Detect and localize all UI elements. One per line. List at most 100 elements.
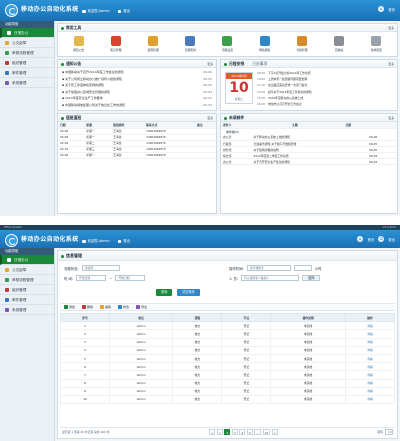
exit-link[interactable]: 退出 [388,237,395,242]
tool-item-5[interactable]: 网络硬盘 [254,36,276,52]
notice-item-1[interactable]: ▪ 关于公司成立移动办公推广领导小组的通知 06-05 [62,76,212,83]
sidebar-item-3[interactable]: 组织管理 [0,285,54,295]
tool-item-7[interactable]: 回收站 [328,36,350,52]
query-button[interactable]: 查询 [156,289,173,296]
schedule-item-5[interactable]: 16:00 参加市公司召开的工作会议 [257,101,394,107]
tool-label: 系统配置 [370,48,382,52]
page-link[interactable]: 4 [239,429,246,435]
grid-header: 序号 [60,312,110,323]
calendar-more-link[interactable]: 更多 [388,60,394,68]
duty-cell: 05-08 [58,152,85,159]
view-link[interactable]: 查看 [345,353,395,364]
tool-item-6[interactable]: 考勤管理 [291,36,313,52]
mail-more-link[interactable]: 更多 [388,114,394,122]
logout-link[interactable]: 退出 [117,9,130,14]
table-row[interactable]: 6 admin 收文 登记 未完成 查看 [60,362,395,372]
sidebar-item-1[interactable]: 公文起草 [0,38,54,48]
action-2[interactable]: 编辑 [100,305,111,309]
table-cell: 未完成 [270,329,347,339]
sidebar-item-2[interactable]: 审核流程管理 [0,48,54,58]
table-row[interactable]: 4 admin 收文 登记 未完成 查看 [60,345,395,355]
tool-item-0[interactable]: 通知公告 [68,36,90,52]
view-link[interactable]: 查看 [345,329,395,339]
table-cell: admin [108,321,174,331]
sidebar-items-2: 日常办公 公文起草 审核流程管理 组织管理 邮件管理 系统管理 [0,255,54,315]
home-link-2[interactable]: 首页 [367,237,374,242]
exit-icon[interactable]: ⏻ [378,236,385,242]
tool-item-3[interactable]: 日程安排 [179,36,201,52]
table-cell: 未完成 [270,362,347,372]
type-select[interactable]: 文字或整手 [246,265,291,271]
home-icon[interactable]: ⌂ [357,236,364,242]
view-link[interactable]: 查看 [345,321,395,331]
start-date-input[interactable]: 开始日期 [76,275,107,281]
tool-item-2[interactable]: 权限管理 [142,36,164,52]
sidebar-item-5[interactable]: 系统管理 [0,78,54,88]
sidebar-item-2[interactable]: 审核流程管理 [0,275,54,285]
notice-item-0[interactable]: ▪ 中国移动关于召开2014年度工作会议的通知 06-06 [62,69,212,76]
table-row[interactable]: 5 admin 收文 登记 未完成 查看 [60,353,395,364]
view-link[interactable]: 查看 [345,378,395,388]
notices-more-link[interactable]: 更多 [207,60,213,68]
view-link[interactable]: 查看 [345,345,395,355]
table-row[interactable]: 9 admin 收文 登记 未完成 查看 [60,386,395,396]
notice-item-3[interactable]: ▪ 关于加强办公区域安全管理的通知 06-04 [62,89,212,96]
hour-input[interactable] [293,265,312,271]
tab-schedule[interactable]: 日程安排 [229,61,244,66]
notice-item-5[interactable]: ▪ 中国移动通信集团公司关于信息化工作的通知 06-03 [62,102,212,109]
page-link[interactable]: 5 [246,429,253,435]
table-row[interactable]: 1 admin 收文 登记 未完成 查看 [60,321,395,331]
tool-item-8[interactable]: 系统配置 [365,36,387,52]
page-link[interactable]: > [271,429,278,435]
status-select[interactable]: 请选择 [81,265,120,271]
view-link[interactable]: 查看 [345,386,395,396]
page-link[interactable]: 1 [216,429,223,435]
table-row[interactable]: 2 admin 收文 登记 未完成 查看 [60,329,395,339]
page-link[interactable]: 2 [224,429,231,435]
action-1[interactable]: 删除 [82,305,93,309]
sidebar-item-4[interactable]: 邮件管理 [0,295,54,305]
tab-done[interactable]: 已办事项 [252,61,267,66]
sidebar-item-1[interactable]: 公文起草 [0,265,54,275]
logout-link-2[interactable]: 退出 [117,239,130,244]
sidebar-item-0[interactable]: 日常办公 [0,255,54,265]
notice-item-2[interactable]: ▪ 关于员工年度体检安排的通知 06-05 [62,82,212,89]
sidebar-item-0[interactable]: 日常办公 [0,28,54,38]
page-link[interactable]: < [209,429,216,435]
tool-label: 通知公告 [73,48,85,52]
mail-row[interactable]: 办公室 关于召开安全生产会议的通知 06-04 [221,158,397,165]
home-link[interactable]: 首页 [388,7,395,12]
view-link[interactable]: 查看 [345,337,395,347]
action-0[interactable]: 添加 [64,305,75,309]
end-date-input[interactable]: 开始日期 [115,275,146,281]
view-link[interactable]: 查看 [345,362,395,372]
tool-item-1[interactable]: 知识管理 [105,36,127,52]
table-row[interactable]: 8 admin 收文 登记 未完成 查看 [60,378,395,388]
person-input[interactable]: 可以选择多个发起人 [241,275,300,281]
tool-item-4[interactable]: 流程设置 [216,36,238,52]
select-button[interactable]: 选择 [302,275,321,281]
action-3[interactable]: 修改 [118,305,129,309]
page-link[interactable]: 3 [231,429,238,435]
tools-more-link[interactable]: 更多 [388,24,394,32]
table-cell: 登记 [221,329,272,339]
action-4[interactable]: 导出 [136,305,147,309]
page-link[interactable]: 10 [262,429,271,435]
notice-date: 06-05 [203,83,212,88]
view-link[interactable]: 查看 [345,370,395,380]
table-row[interactable]: 10 admin 收文 登记 未完成 查看 [60,394,395,405]
sidebar-item-5[interactable]: 系统管理 [0,305,54,315]
duty-more-link[interactable]: 更多 [207,114,213,122]
notice-item-4[interactable]: ▪ 2014年度安全生产工作要求 06-03 [62,95,212,102]
duty-cell: 星期一 [84,152,112,159]
sidebar-item-4[interactable]: 邮件管理 [0,68,54,78]
table-row[interactable]: 7 admin 收文 登记 未完成 查看 [60,370,395,380]
view-link[interactable]: 查看 [345,394,395,405]
home-icon[interactable]: ⌂ [378,6,385,12]
table-row[interactable]: 3 admin 收文 登记 未完成 查看 [60,337,395,347]
page-link[interactable]: ... [254,429,262,435]
table-cell: 未完成 [270,394,347,405]
sidebar-item-3[interactable]: 组织管理 [0,58,54,68]
page-size-input[interactable]: 10 [384,429,393,435]
clear-button[interactable]: 清空条件 [177,289,201,296]
